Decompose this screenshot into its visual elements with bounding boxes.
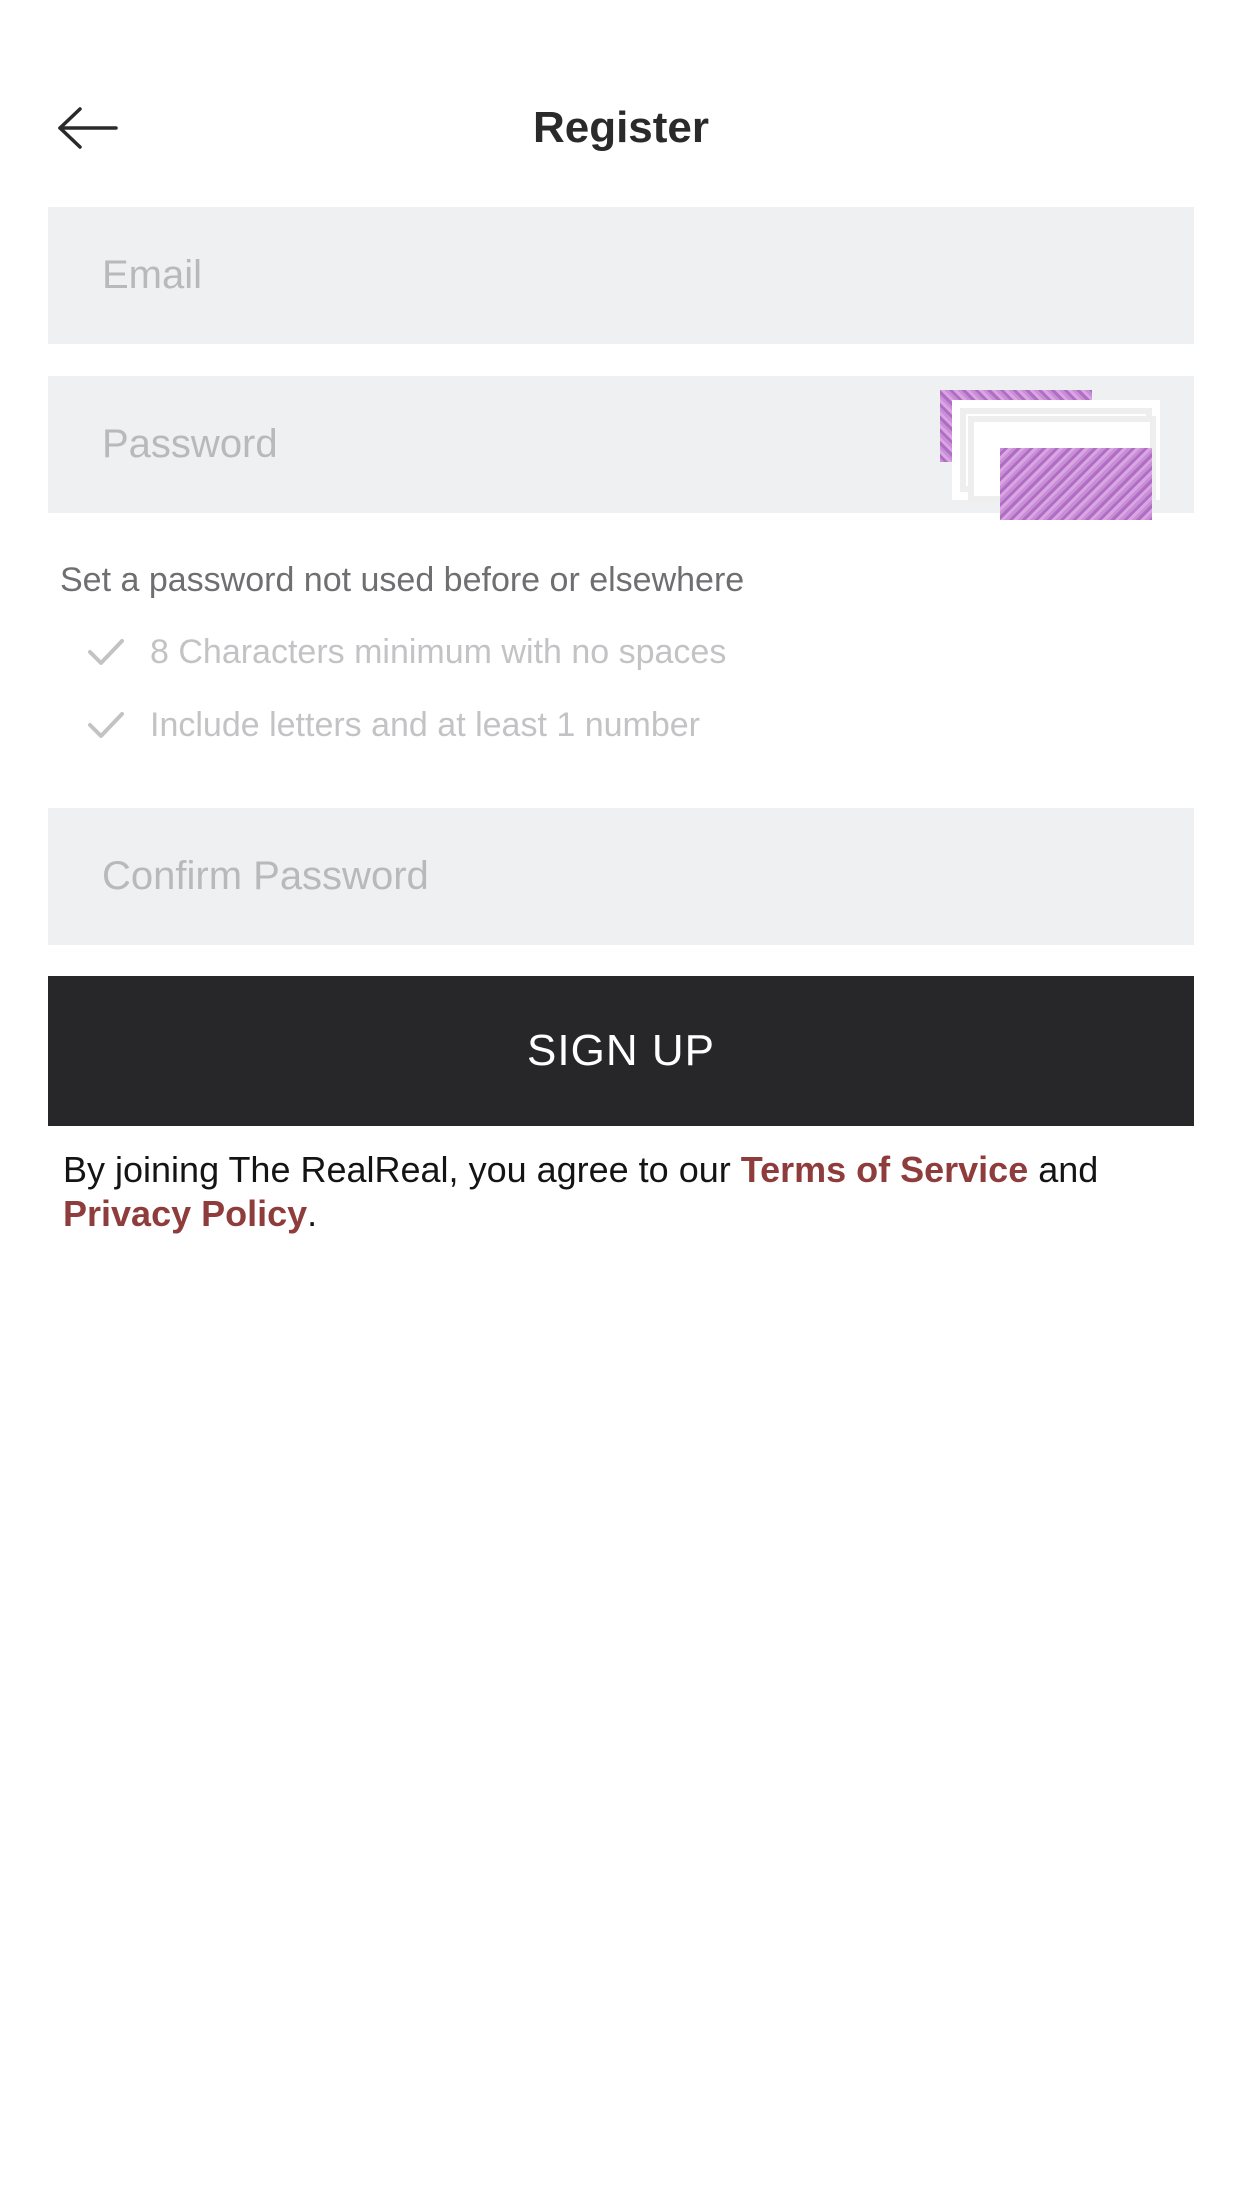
- legal-middle: and: [1028, 1149, 1099, 1190]
- terms-of-service-link[interactable]: Terms of Service: [741, 1149, 1028, 1190]
- password-rule-label: Include letters and at least 1 number: [150, 705, 700, 744]
- password-visibility-toggle[interactable]: [940, 390, 1160, 520]
- check-icon: [84, 703, 128, 747]
- page-title: Register: [532, 103, 710, 152]
- privacy-policy-link[interactable]: Privacy Policy: [63, 1193, 307, 1234]
- password-rule: 8 Characters minimum with no spaces: [84, 628, 726, 676]
- app-header: Register: [0, 80, 1242, 176]
- legal-suffix: .: [307, 1193, 318, 1234]
- legal-prefix: By joining The RealReal, you agree to ou…: [63, 1149, 741, 1190]
- confirm-password-field[interactable]: [48, 808, 1194, 945]
- check-icon: [84, 630, 128, 674]
- confirm-password-container: [48, 808, 1194, 945]
- email-field[interactable]: [48, 207, 1194, 344]
- password-rule-label: 8 Characters minimum with no spaces: [150, 632, 727, 671]
- password-rule: Include letters and at least 1 number: [84, 701, 700, 749]
- email-field-container: [48, 207, 1194, 344]
- sign-up-button[interactable]: SIGN UP: [48, 976, 1194, 1126]
- obscured-icon-fragment-2: [1000, 448, 1152, 520]
- password-field-container: [48, 376, 1194, 520]
- password-hint: Set a password not used before or elsewh…: [60, 561, 745, 599]
- legal-notice: By joining The RealReal, you agree to ou…: [63, 1148, 1183, 1236]
